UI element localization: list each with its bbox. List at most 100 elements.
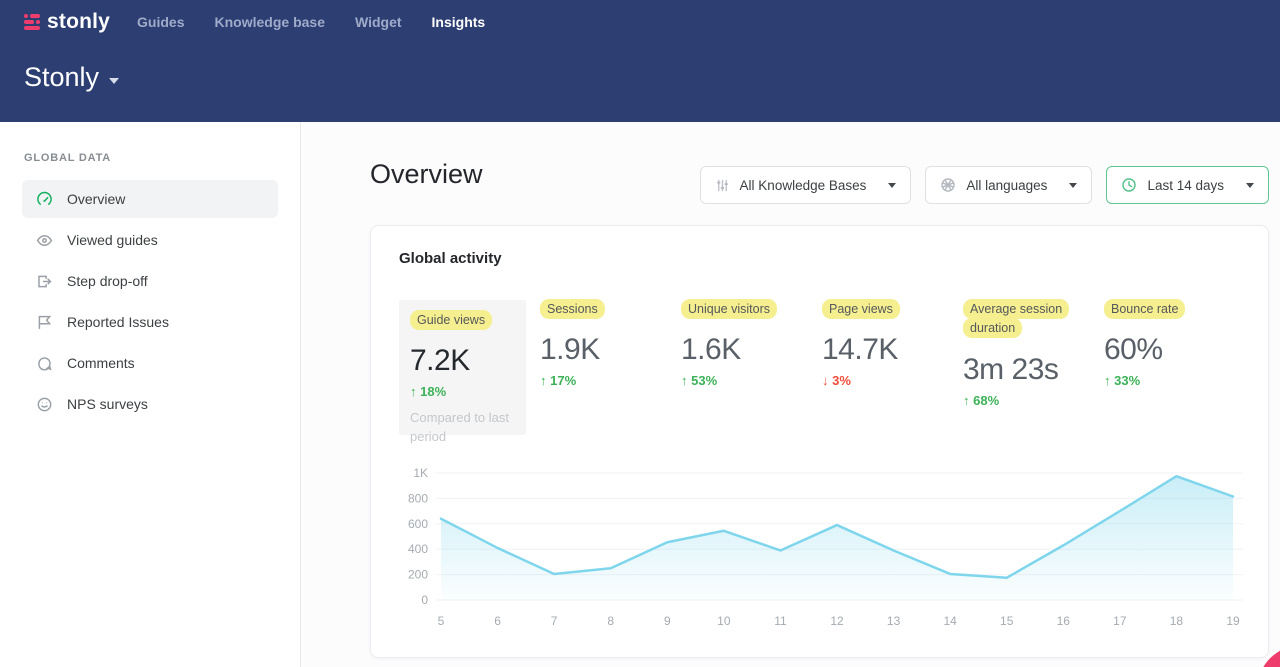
languages-filter[interactable]: All languages xyxy=(925,166,1092,204)
delta-arrow-icon: ↑ xyxy=(1104,373,1111,388)
sidebar-item-label: NPS surveys xyxy=(67,396,148,412)
sidebar-item-label: Viewed guides xyxy=(67,232,158,248)
svg-text:1K: 1K xyxy=(413,466,428,480)
sidebar-item-label: Reported Issues xyxy=(67,314,169,330)
globe-icon xyxy=(940,177,956,193)
sidebar-item-label: Comments xyxy=(67,355,135,371)
chart-svg: 02004006008001K5678910111213141516171819 xyxy=(391,459,1250,644)
sidebar-item-viewed-guides[interactable]: Viewed guides xyxy=(22,221,278,259)
svg-text:16: 16 xyxy=(1057,614,1071,628)
chevron-down-icon xyxy=(109,78,119,84)
page-title: Overview xyxy=(370,159,483,190)
svg-text:8: 8 xyxy=(607,614,614,628)
filter-label: Last 14 days xyxy=(1147,178,1224,193)
date-range-filter[interactable]: Last 14 days xyxy=(1106,166,1269,204)
stonly-logo[interactable]: stonly xyxy=(24,10,110,34)
metric-value: 60% xyxy=(1104,333,1231,367)
clock-icon xyxy=(1121,177,1137,193)
svg-text:5: 5 xyxy=(438,614,445,628)
filter-bar: All Knowledge Bases All languages Last 1… xyxy=(700,166,1269,204)
metric-value: 7.2K xyxy=(410,344,515,378)
flag-icon xyxy=(36,314,53,331)
metric-label: Unique visitors xyxy=(681,299,777,319)
chevron-down-icon xyxy=(888,183,896,188)
svg-text:17: 17 xyxy=(1113,614,1127,628)
metric-value: 1.6K xyxy=(681,333,808,367)
metric-value: 14.7K xyxy=(822,333,949,367)
top-nav-items: Guides Knowledge base Widget Insights xyxy=(137,14,485,30)
delta-arrow-icon: ↑ xyxy=(963,393,970,408)
gauge-icon xyxy=(36,191,53,208)
activity-area-chart: 02004006008001K5678910111213141516171819 xyxy=(391,459,1250,649)
metric-label: Guide views xyxy=(410,310,492,330)
main-content: Overview All Knowledge Bases All languag… xyxy=(301,122,1280,667)
svg-text:11: 11 xyxy=(774,614,787,628)
metric-label: Bounce rate xyxy=(1104,299,1185,319)
svg-text:12: 12 xyxy=(830,614,844,628)
workspace-title: Stonly xyxy=(24,62,99,93)
metric-value: 1.9K xyxy=(540,333,667,367)
metric-delta: ↓ 3% xyxy=(822,373,949,388)
workspace-selector[interactable]: Stonly xyxy=(24,62,119,93)
filter-label: All Knowledge Bases xyxy=(740,178,867,193)
svg-text:7: 7 xyxy=(551,614,558,628)
sidebar-item-label: Overview xyxy=(67,191,125,207)
svg-text:0: 0 xyxy=(421,593,428,607)
nav-item-guides[interactable]: Guides xyxy=(137,14,184,30)
metric-delta: ↑ 33% xyxy=(1104,373,1231,388)
comment-icon xyxy=(36,355,53,372)
metric-guide-views[interactable]: Guide views 7.2K ↑ 18% Compared to last … xyxy=(399,300,526,435)
knowledge-bases-filter[interactable]: All Knowledge Bases xyxy=(700,166,912,204)
stonly-logo-icon xyxy=(24,14,40,30)
metrics-row: Guide views 7.2K ↑ 18% Compared to last … xyxy=(399,300,1231,435)
metric-delta: ↑ 17% xyxy=(540,373,667,388)
logo-text: stonly xyxy=(47,10,110,34)
svg-text:6: 6 xyxy=(494,614,501,628)
step-out-icon xyxy=(36,273,53,290)
eye-icon xyxy=(36,232,53,249)
global-activity-card: Global activity Guide views 7.2K ↑ 18% C… xyxy=(370,225,1269,658)
sidebar: GLOBAL DATA Overview Viewed guides Step … xyxy=(0,122,301,667)
sidebar-section-label: GLOBAL DATA xyxy=(24,152,300,164)
metric-label: Page views xyxy=(822,299,900,319)
smiley-icon xyxy=(36,396,53,413)
sliders-icon xyxy=(715,178,730,193)
metric-label: Average session duration xyxy=(963,299,1069,338)
metric-unique-visitors[interactable]: Unique visitors 1.6K ↑ 53% xyxy=(681,300,808,435)
svg-text:13: 13 xyxy=(887,614,901,628)
nav-item-insights[interactable]: Insights xyxy=(432,14,486,30)
svg-text:18: 18 xyxy=(1170,614,1184,628)
metric-label: Sessions xyxy=(540,299,605,319)
sidebar-item-nps-surveys[interactable]: NPS surveys xyxy=(22,385,278,423)
metric-delta: ↑ 68% xyxy=(963,393,1090,408)
svg-text:19: 19 xyxy=(1226,614,1240,628)
metric-value: 3m 23s xyxy=(963,353,1090,387)
chevron-down-icon xyxy=(1246,183,1254,188)
delta-arrow-icon: ↑ xyxy=(681,373,688,388)
sidebar-item-label: Step drop-off xyxy=(67,273,148,289)
app-header: stonly Guides Knowledge base Widget Insi… xyxy=(0,0,1280,122)
delta-arrow-icon: ↓ xyxy=(822,373,829,388)
metric-average-session-duration[interactable]: Average session duration 3m 23s ↑ 68% xyxy=(963,300,1090,435)
filter-label: All languages xyxy=(966,178,1047,193)
metric-note: Compared to last period xyxy=(410,409,518,447)
svg-text:200: 200 xyxy=(408,568,428,582)
sidebar-item-comments[interactable]: Comments xyxy=(22,344,278,382)
metric-delta: ↑ 53% xyxy=(681,373,808,388)
metric-sessions[interactable]: Sessions 1.9K ↑ 17% xyxy=(540,300,667,435)
sidebar-item-overview[interactable]: Overview xyxy=(22,180,278,218)
top-nav: stonly Guides Knowledge base Widget Insi… xyxy=(0,0,1280,34)
delta-arrow-icon: ↑ xyxy=(540,373,547,388)
metric-delta: ↑ 18% xyxy=(410,384,515,399)
metric-bounce-rate[interactable]: Bounce rate 60% ↑ 33% xyxy=(1104,300,1231,435)
sidebar-item-step-drop-off[interactable]: Step drop-off xyxy=(22,262,278,300)
svg-text:14: 14 xyxy=(943,614,957,628)
nav-item-knowledge-base[interactable]: Knowledge base xyxy=(215,14,325,30)
svg-text:600: 600 xyxy=(408,517,428,531)
svg-text:9: 9 xyxy=(664,614,671,628)
sidebar-item-reported-issues[interactable]: Reported Issues xyxy=(22,303,278,341)
card-title: Global activity xyxy=(399,250,502,267)
nav-item-widget[interactable]: Widget xyxy=(355,14,402,30)
metric-page-views[interactable]: Page views 14.7K ↓ 3% xyxy=(822,300,949,435)
svg-text:15: 15 xyxy=(1000,614,1014,628)
